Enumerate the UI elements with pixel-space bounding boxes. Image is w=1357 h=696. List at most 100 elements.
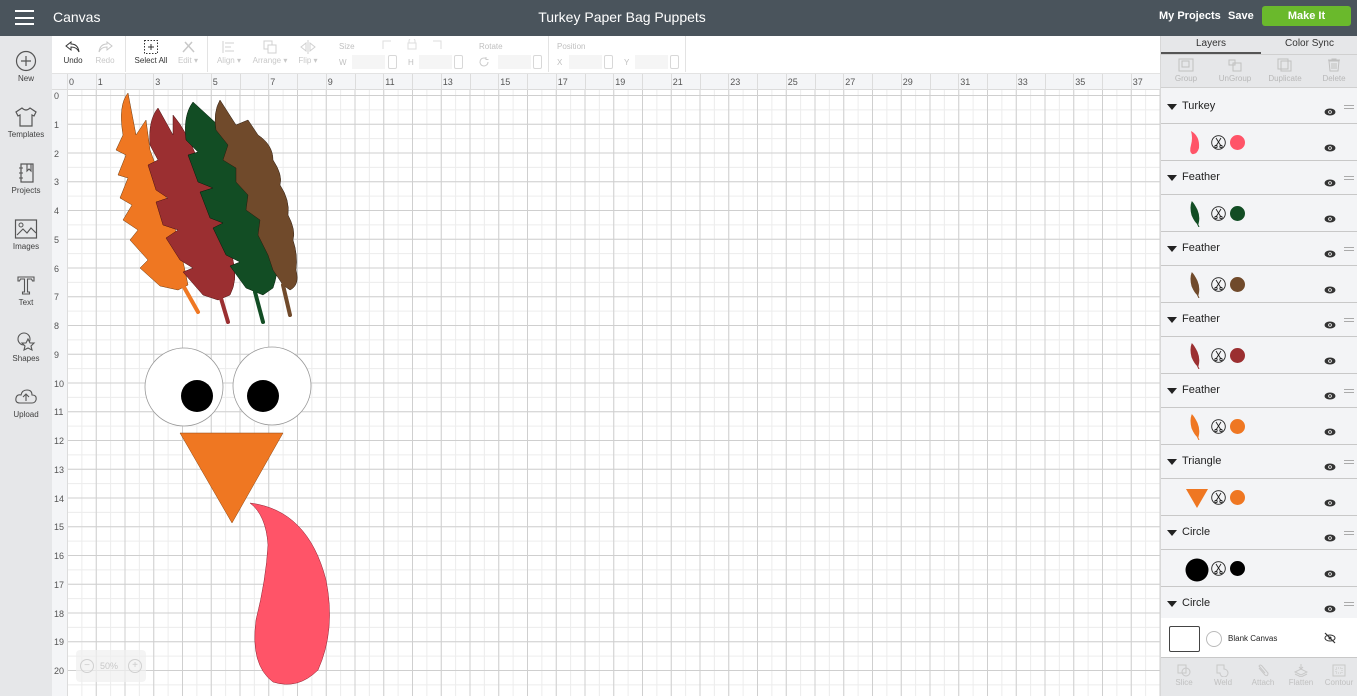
- layer-group[interactable]: Feather: [1161, 302, 1357, 337]
- caret-down-icon[interactable]: [1167, 388, 1177, 394]
- y-stepper[interactable]: [670, 55, 679, 69]
- y-input[interactable]: [635, 55, 668, 69]
- make-it-button[interactable]: Make It: [1262, 6, 1351, 26]
- caret-down-icon[interactable]: [1167, 601, 1177, 607]
- zoom-in-button[interactable]: +: [128, 659, 142, 673]
- width-input[interactable]: [352, 55, 385, 69]
- nav-text[interactable]: Text: [0, 274, 52, 307]
- caret-down-icon[interactable]: [1167, 459, 1177, 465]
- nav-upload[interactable]: Upload: [0, 386, 52, 419]
- lock-icon[interactable]: [382, 39, 442, 51]
- rotate-input[interactable]: [498, 55, 531, 69]
- turkey-wattle[interactable]: [249, 502, 330, 685]
- rotate-stepper[interactable]: [533, 55, 542, 69]
- slice-button[interactable]: Slice: [1164, 664, 1204, 687]
- layer-group[interactable]: Feather: [1161, 373, 1357, 408]
- layer-item[interactable]: [1161, 338, 1357, 374]
- layer-group[interactable]: Feather: [1161, 160, 1357, 195]
- caret-down-icon[interactable]: [1167, 246, 1177, 252]
- drag-handle-icon[interactable]: [1344, 105, 1354, 109]
- eye-icon[interactable]: [1324, 529, 1336, 547]
- nav-new[interactable]: New: [0, 50, 52, 83]
- cut-operation-icon[interactable]: [1211, 348, 1226, 368]
- caret-down-icon[interactable]: [1167, 530, 1177, 536]
- group-button[interactable]: Group: [1161, 58, 1211, 83]
- eye-icon[interactable]: [1324, 210, 1336, 228]
- eye-icon[interactable]: [1324, 139, 1336, 157]
- ungroup-button[interactable]: UnGroup: [1210, 58, 1260, 83]
- layer-item[interactable]: [1161, 480, 1357, 516]
- eye-icon[interactable]: [1324, 387, 1336, 405]
- nav-templates[interactable]: Templates: [0, 106, 52, 139]
- select-all-button[interactable]: Select All: [132, 36, 170, 74]
- caret-down-icon[interactable]: [1167, 104, 1177, 110]
- width-stepper[interactable]: [388, 55, 397, 69]
- drag-handle-icon[interactable]: [1344, 531, 1354, 535]
- align-button[interactable]: Align ▾: [214, 36, 244, 74]
- layer-group[interactable]: Circle: [1161, 586, 1357, 621]
- eye-icon[interactable]: [1324, 245, 1336, 263]
- eye-icon[interactable]: [1324, 458, 1336, 476]
- eye-icon[interactable]: [1324, 600, 1336, 618]
- nav-images[interactable]: Images: [0, 218, 52, 251]
- weld-button[interactable]: Weld: [1203, 664, 1243, 687]
- contour-button[interactable]: Contour: [1319, 664, 1357, 687]
- caret-down-icon[interactable]: [1167, 175, 1177, 181]
- x-input[interactable]: [569, 55, 602, 69]
- my-projects-link[interactable]: My Projects: [1159, 10, 1221, 22]
- layer-group[interactable]: Circle: [1161, 515, 1357, 550]
- eye-icon[interactable]: [1324, 423, 1336, 441]
- drag-handle-icon[interactable]: [1344, 460, 1354, 464]
- layer-item[interactable]: [1161, 551, 1357, 587]
- nav-projects[interactable]: Projects: [0, 162, 52, 195]
- blank-canvas-row[interactable]: Blank Canvas: [1161, 618, 1357, 658]
- redo-button[interactable]: Redo: [92, 36, 118, 74]
- cut-operation-icon[interactable]: [1211, 490, 1226, 510]
- save-button[interactable]: Save: [1228, 10, 1254, 22]
- arrange-button[interactable]: Arrange ▾: [250, 36, 290, 74]
- eye-icon[interactable]: [1324, 174, 1336, 192]
- layer-color-swatch[interactable]: [1230, 277, 1245, 292]
- layer-group[interactable]: Turkey: [1161, 89, 1357, 124]
- undo-button[interactable]: Undo: [60, 36, 86, 74]
- height-input[interactable]: [419, 55, 452, 69]
- eye-icon[interactable]: [1324, 281, 1336, 299]
- drag-handle-icon[interactable]: [1344, 602, 1354, 606]
- layer-color-swatch[interactable]: [1230, 490, 1245, 505]
- eye-hidden-icon[interactable]: [1324, 632, 1336, 644]
- drag-handle-icon[interactable]: [1344, 318, 1354, 322]
- eye-icon[interactable]: [1324, 103, 1336, 121]
- cut-operation-icon[interactable]: [1211, 135, 1226, 155]
- layer-color-swatch[interactable]: [1230, 135, 1245, 150]
- tab-layers[interactable]: Layers: [1161, 38, 1261, 49]
- layer-item[interactable]: [1161, 125, 1357, 161]
- eye-icon[interactable]: [1324, 316, 1336, 334]
- layer-group[interactable]: Feather: [1161, 231, 1357, 266]
- tab-color-sync[interactable]: Color Sync: [1261, 38, 1357, 49]
- drag-handle-icon[interactable]: [1344, 389, 1354, 393]
- blank-canvas-color-swatch[interactable]: [1206, 631, 1222, 647]
- flatten-button[interactable]: Flatten: [1281, 664, 1321, 687]
- duplicate-button[interactable]: Duplicate: [1260, 58, 1310, 83]
- layer-color-swatch[interactable]: [1230, 561, 1245, 576]
- pupil-right[interactable]: [247, 380, 279, 412]
- nav-shapes[interactable]: Shapes: [0, 330, 52, 363]
- design-canvas[interactable]: − 50% +: [68, 90, 1160, 696]
- cut-operation-icon[interactable]: [1211, 561, 1226, 581]
- cut-operation-icon[interactable]: [1211, 419, 1226, 439]
- caret-down-icon[interactable]: [1167, 317, 1177, 323]
- drag-handle-icon[interactable]: [1344, 247, 1354, 251]
- attach-button[interactable]: Attach: [1243, 664, 1283, 687]
- flip-button[interactable]: Flip ▾: [294, 36, 322, 74]
- layer-item[interactable]: [1161, 409, 1357, 445]
- cut-operation-icon[interactable]: [1211, 277, 1226, 297]
- layer-color-swatch[interactable]: [1230, 348, 1245, 363]
- layer-color-swatch[interactable]: [1230, 206, 1245, 221]
- eye-icon[interactable]: [1324, 352, 1336, 370]
- height-stepper[interactable]: [454, 55, 463, 69]
- layer-group[interactable]: Triangle: [1161, 444, 1357, 479]
- eye-icon[interactable]: [1324, 565, 1336, 583]
- edit-button[interactable]: Edit ▾: [174, 36, 202, 74]
- eye-icon[interactable]: [1324, 494, 1336, 512]
- layer-item[interactable]: [1161, 267, 1357, 303]
